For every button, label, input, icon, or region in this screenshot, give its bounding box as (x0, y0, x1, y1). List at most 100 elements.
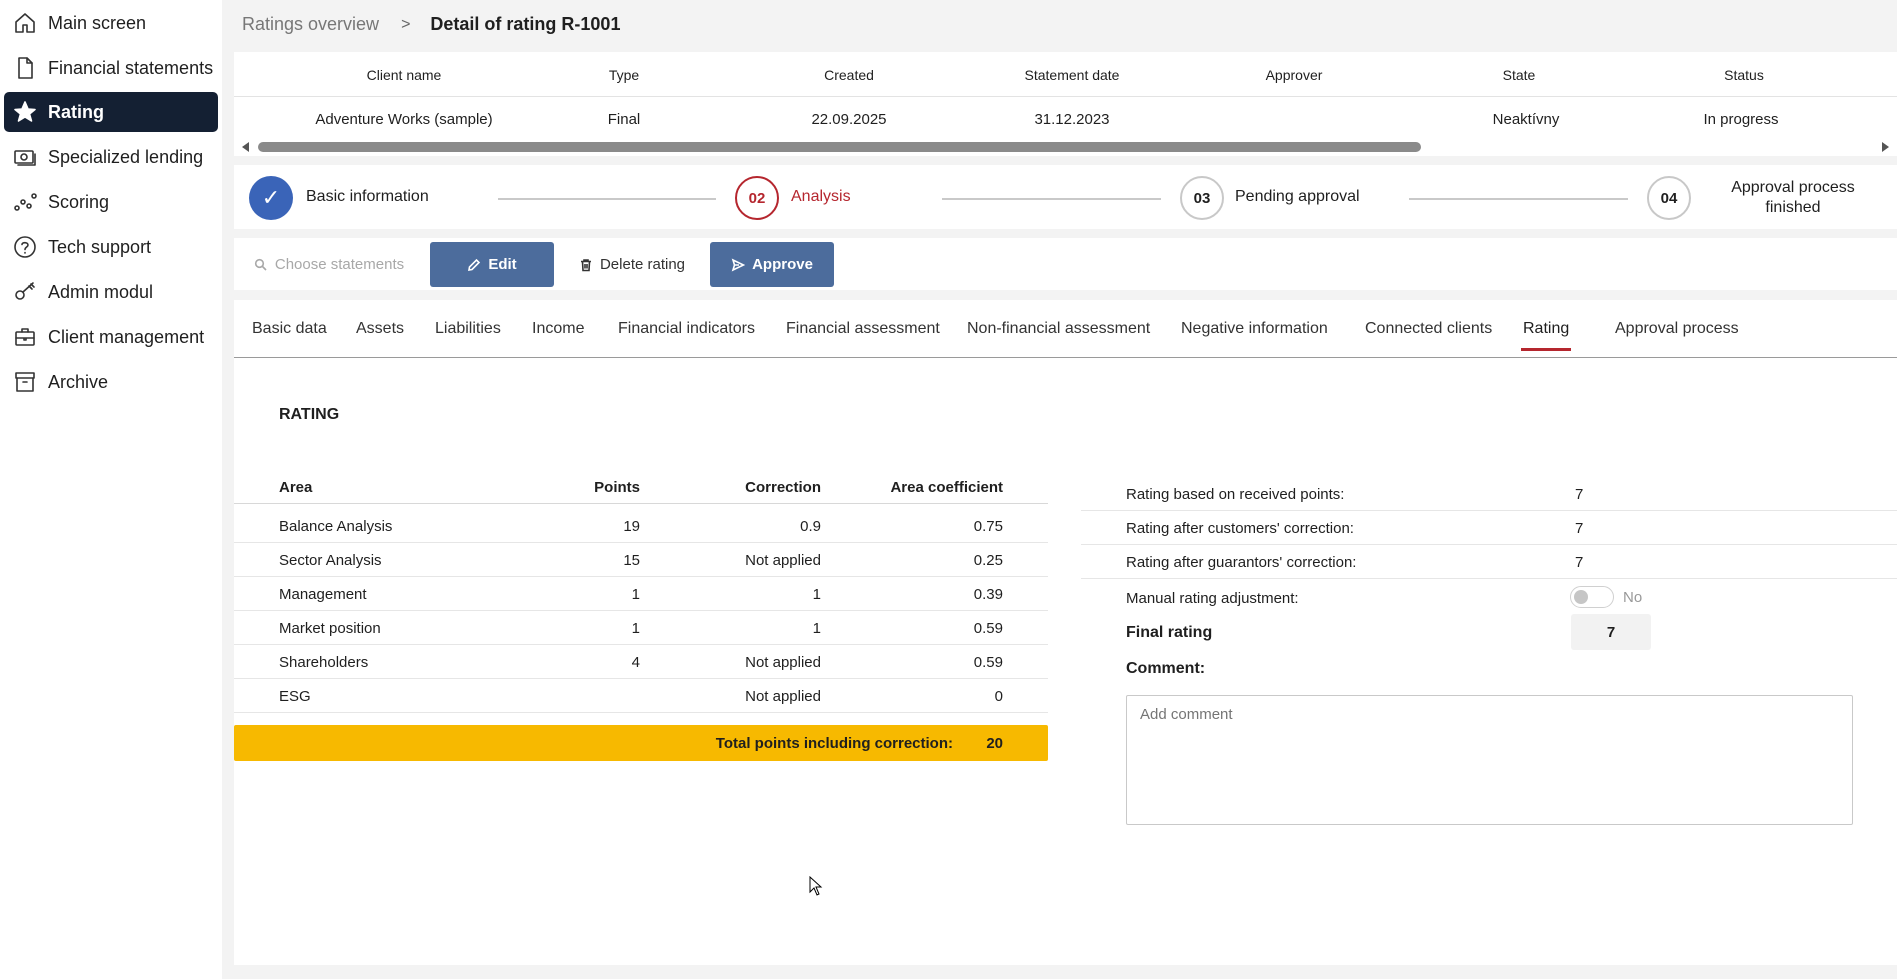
col-points: Points (594, 478, 640, 496)
tab-negative-information[interactable]: Negative information (1181, 300, 1328, 358)
key-icon (12, 279, 38, 305)
choose-statements-button[interactable]: Choose statements (244, 242, 414, 287)
toggle-knob (1574, 590, 1588, 604)
sidebar-item-scoring[interactable]: Scoring (4, 182, 218, 222)
tab-non-financial-assessment[interactable]: Non-financial assessment (967, 300, 1150, 358)
area-cell: Sector Analysis (279, 551, 382, 569)
coefficient-cell: 0.59 (973, 653, 1003, 671)
step-2-circle: 02 (735, 176, 779, 220)
summary-value: 7 (1575, 519, 1584, 537)
sidebar-item-main-screen[interactable]: Main screen (4, 3, 218, 43)
bar-chart-icon (12, 189, 38, 215)
approve-button[interactable]: Approve (710, 242, 834, 287)
comment-textarea[interactable] (1126, 695, 1853, 825)
sidebar-item-tech-support[interactable]: Tech support (4, 227, 218, 267)
table-row: ESG Not applied 0 (234, 679, 1048, 713)
progress-steps: ✓ Basic information 02 Analysis 03 Pendi… (234, 165, 1897, 229)
summary-row-customers-correction: Rating after customers' correction: 7 (1081, 511, 1897, 545)
approve-label: Approve (752, 256, 813, 273)
document-icon (12, 55, 38, 81)
trash-icon (579, 258, 593, 272)
col-correction: Correction (745, 478, 821, 496)
manual-adjustment-toggle[interactable] (1570, 586, 1614, 608)
tab-connected-clients[interactable]: Connected clients (1365, 300, 1492, 358)
table-row: Shareholders 4 Not applied 0.59 (234, 645, 1048, 679)
sidebar-item-financial-statements[interactable]: Financial statements (4, 48, 218, 88)
sidebar-item-rating[interactable]: Rating (4, 92, 218, 132)
tab-income[interactable]: Income (532, 300, 584, 358)
edit-button[interactable]: Edit (430, 242, 554, 287)
active-tab-indicator (1521, 348, 1571, 351)
table-row: Market position 1 1 0.59 (234, 611, 1048, 645)
correction-cell: 1 (812, 619, 821, 637)
tab-basic-data[interactable]: Basic data (252, 300, 327, 358)
breadcrumb-ratings-overview-link[interactable]: Ratings overview (242, 14, 379, 35)
table-row: Balance Analysis 19 0.9 0.75 (234, 509, 1048, 543)
rating-content-panel: Basic data Assets Liabilities Income Fin… (234, 300, 1897, 965)
step-1-label: Basic information (306, 188, 429, 205)
coefficient-cell: 0.59 (973, 619, 1003, 637)
money-icon (12, 144, 38, 170)
action-toolbar: Choose statements Edit Delete rating App… (234, 238, 1897, 290)
summary-value: 7 (1575, 485, 1584, 503)
summary-row-manual-adjustment: Manual rating adjustment: (1081, 579, 1897, 613)
table-row[interactable]: Adventure Works (sample) Final 22.09.202… (234, 97, 1897, 142)
header-col-status: Status (1724, 66, 1764, 83)
points-cell: 1 (631, 585, 640, 603)
correction-cell: Not applied (745, 551, 821, 569)
points-cell: 1 (631, 619, 640, 637)
total-points-label: Total points including correction: (715, 734, 953, 752)
step-4-label: Approval process finished (1731, 179, 1855, 216)
approver-cell (1224, 97, 1364, 142)
sidebar-item-label: Main screen (48, 12, 147, 33)
header-col-type: Type (608, 66, 640, 83)
area-cell: ESG (279, 687, 311, 705)
summary-row-guarantors-correction: Rating after guarantors' correction: 7 (1081, 545, 1897, 579)
help-icon (12, 234, 38, 260)
correction-cell: 1 (812, 585, 821, 603)
manual-adjustment-state: No (1623, 588, 1643, 606)
header-col-state: State (1502, 66, 1536, 83)
search-icon (254, 258, 268, 272)
step-connector (1409, 198, 1628, 200)
summary-label: Rating after customers' correction: (1126, 519, 1354, 537)
statement-date-cell: 31.12.2023 (1034, 111, 1110, 128)
total-points-bar: Total points including correction: 20 (234, 725, 1048, 761)
tab-financial-indicators[interactable]: Financial indicators (618, 300, 755, 358)
sidebar-item-label: Specialized lending (48, 146, 204, 167)
briefcase-icon (12, 324, 38, 350)
correction-cell: 0.9 (800, 517, 821, 535)
sidebar-item-specialized-lending[interactable]: Specialized lending (4, 137, 218, 177)
coefficient-cell: 0 (994, 687, 1003, 705)
type-cell: Final (607, 111, 641, 128)
tab-financial-assessment[interactable]: Financial assessment (786, 300, 940, 358)
step-4-circle: 04 (1647, 176, 1691, 220)
final-rating-label: Final rating (1126, 624, 1213, 641)
sidebar-item-admin-modul[interactable]: Admin modul (4, 272, 218, 312)
mouse-cursor-icon (809, 876, 823, 896)
sidebar-item-label: Admin modul (48, 281, 154, 302)
created-cell: 22.09.2025 (811, 111, 887, 128)
delete-rating-button[interactable]: Delete rating (570, 242, 694, 287)
rating-section-title: RATING (279, 406, 340, 423)
header-col-created: Created (824, 66, 874, 83)
edit-label: Edit (488, 256, 517, 273)
coefficient-cell: 0.75 (973, 517, 1003, 535)
scroll-right-icon[interactable] (1882, 142, 1889, 152)
tab-liabilities[interactable]: Liabilities (435, 300, 501, 358)
horizontal-scrollbar[interactable] (234, 139, 1897, 155)
correction-cell: Not applied (745, 687, 821, 705)
area-cell: Management (279, 585, 367, 603)
delete-rating-label: Delete rating (599, 256, 686, 273)
breadcrumb-separator-icon: > (401, 15, 411, 33)
detail-tabs: Basic data Assets Liabilities Income Fin… (234, 300, 1897, 358)
table-row: Management 1 1 0.39 (234, 577, 1048, 611)
step-3-circle: 03 (1180, 176, 1224, 220)
sidebar-item-archive[interactable]: Archive (4, 362, 218, 402)
sidebar-item-client-management[interactable]: Client management (4, 317, 218, 357)
home-icon (12, 10, 38, 36)
scroll-left-icon[interactable] (242, 142, 249, 152)
scrollbar-thumb[interactable] (258, 142, 1421, 152)
tab-approval-process[interactable]: Approval process (1615, 300, 1739, 358)
tab-assets[interactable]: Assets (356, 300, 404, 358)
